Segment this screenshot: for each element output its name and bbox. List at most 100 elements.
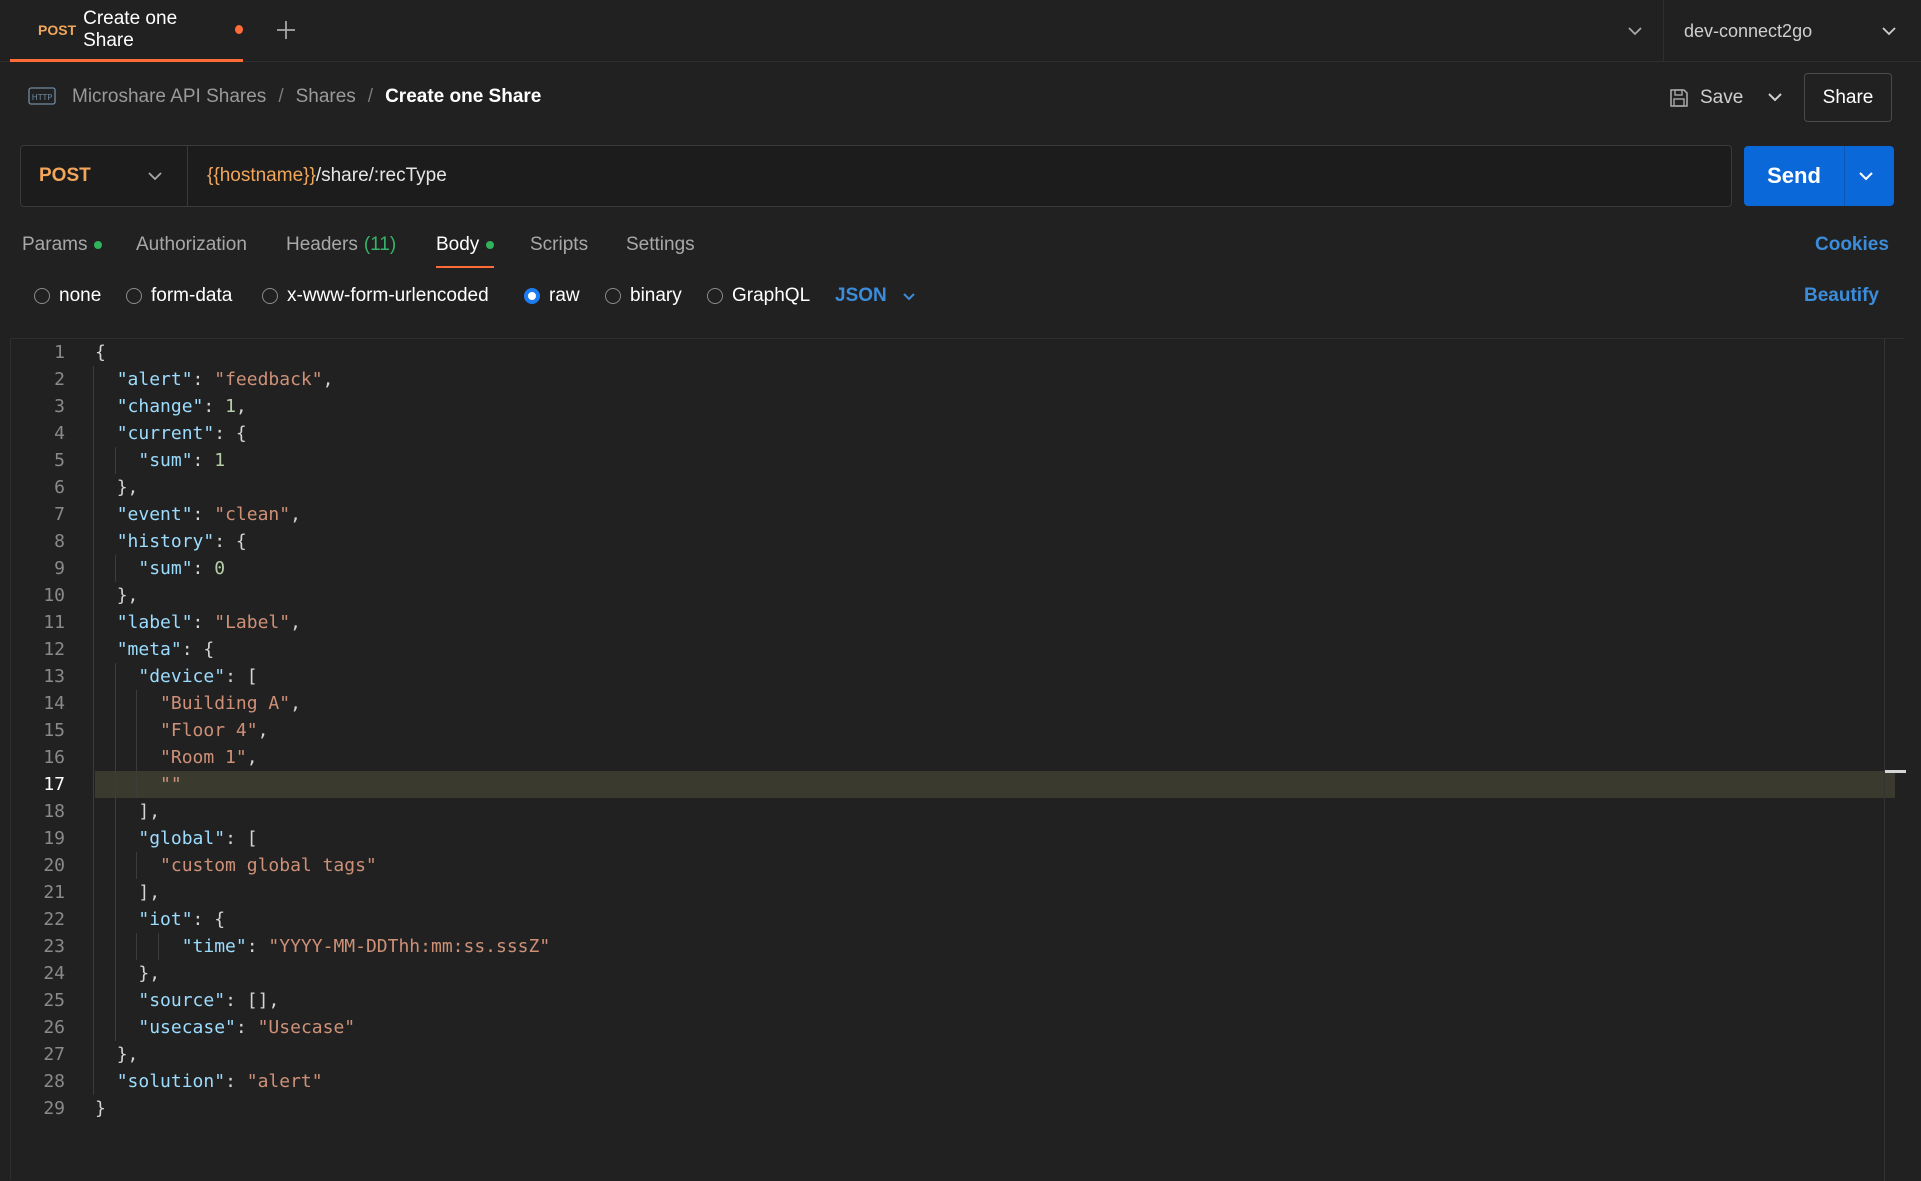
code-line-area: }, — [93, 960, 1895, 987]
code-line[interactable]: 8 "history": { — [11, 528, 1905, 555]
tab-method: POST — [38, 21, 77, 38]
share-button[interactable]: Share — [1804, 73, 1892, 122]
indent-guide — [93, 474, 94, 501]
send-options-chevron-icon[interactable] — [1852, 162, 1880, 190]
beautify-button[interactable]: Beautify — [1804, 278, 1879, 314]
radio[interactable] — [34, 288, 50, 304]
body-option-graphql[interactable]: GraphQL — [707, 278, 810, 314]
code-line[interactable]: 23 "time": "YYYY-MM-DDThh:mm:ss.sssZ" — [11, 933, 1905, 960]
code-text: "Building A", — [160, 693, 301, 714]
code-line[interactable]: 6 }, — [11, 474, 1905, 501]
code-text: "sum": 1 — [138, 450, 226, 471]
indent-guide — [93, 744, 94, 771]
line-number: 10 — [43, 585, 65, 606]
new-tab-plus-icon[interactable] — [272, 16, 300, 44]
breadcrumb-collection[interactable]: Microshare API Shares — [72, 86, 266, 108]
code-line[interactable]: 7 "event": "clean", — [11, 501, 1905, 528]
radio[interactable] — [707, 288, 723, 304]
indent-guide — [93, 447, 94, 474]
body-option-binary[interactable]: binary — [605, 278, 682, 314]
request-tabs: Params Authorization Headers (11) Body S… — [0, 222, 1921, 270]
environment-select[interactable]: dev-connect2go — [1684, 0, 1914, 62]
code-text: "" — [160, 774, 182, 795]
code-line[interactable]: 3 "change": 1, — [11, 393, 1905, 420]
code-line[interactable]: 19 "global": [ — [11, 825, 1905, 852]
code-line[interactable]: 29} — [11, 1095, 1905, 1122]
code-line[interactable]: 1{ — [11, 339, 1905, 366]
code-line[interactable]: 17 "" — [11, 771, 1905, 798]
line-number: 29 — [43, 1098, 65, 1119]
code-line[interactable]: 18 ], — [11, 798, 1905, 825]
tab-scripts[interactable]: Scripts — [530, 222, 588, 268]
save-options-chevron-icon[interactable] — [1760, 82, 1790, 112]
indent-guide — [93, 987, 94, 1014]
code-line[interactable]: 26 "usecase": "Usecase" — [11, 1014, 1905, 1041]
code-line[interactable]: 10 }, — [11, 582, 1905, 609]
code-line[interactable]: 22 "iot": { — [11, 906, 1905, 933]
scrollbar[interactable] — [1884, 339, 1885, 1181]
divider — [1844, 146, 1845, 206]
radio[interactable] — [605, 288, 621, 304]
code-line[interactable]: 11 "label": "Label", — [11, 609, 1905, 636]
code-line[interactable]: 13 "device": [ — [11, 663, 1905, 690]
radio[interactable] — [126, 288, 142, 304]
code-line[interactable]: 21 ], — [11, 879, 1905, 906]
code-line-area: "iot": { — [93, 906, 1895, 933]
code-line[interactable]: 4 "current": { — [11, 420, 1905, 447]
indent-guide — [93, 933, 94, 960]
radio-selected[interactable] — [524, 288, 540, 304]
code-line[interactable]: 28 "solution": "alert" — [11, 1068, 1905, 1095]
tab-title: Create one Share — [83, 7, 178, 51]
url-input[interactable]: {{hostname}}/share/:recType — [207, 146, 447, 206]
code-text: "current": { — [116, 423, 247, 444]
code-line[interactable]: 15 "Floor 4", — [11, 717, 1905, 744]
page-title[interactable]: Create one Share — [385, 86, 541, 108]
code-line[interactable]: 27 }, — [11, 1041, 1905, 1068]
code-line-area: }, — [93, 582, 1895, 609]
line-number: 13 — [43, 666, 65, 687]
code-line-area: ], — [93, 879, 1895, 906]
save-button[interactable]: Save — [1668, 80, 1754, 116]
unsaved-dot — [235, 25, 243, 34]
line-number: 1 — [54, 342, 65, 363]
method-select[interactable]: POST — [21, 146, 188, 206]
tab-body[interactable]: Body — [436, 222, 495, 268]
code-text: "source": [], — [138, 990, 280, 1011]
line-number: 21 — [43, 882, 65, 903]
code-line[interactable]: 9 "sum": 0 — [11, 555, 1905, 582]
tab-params[interactable]: Params — [22, 222, 103, 268]
http-request-icon: HTTP — [28, 87, 56, 105]
code-text: }, — [116, 1044, 139, 1065]
body-format-select[interactable]: JSON — [835, 278, 919, 314]
body-option-raw[interactable]: raw — [524, 278, 580, 314]
line-number: 22 — [43, 909, 65, 930]
send-button[interactable]: Send — [1744, 146, 1844, 206]
tabs-dropdown-chevron-icon[interactable] — [1620, 16, 1650, 46]
tab-label: Settings — [626, 234, 695, 255]
code-line[interactable]: 20 "custom global tags" — [11, 852, 1905, 879]
code-line[interactable]: 24 }, — [11, 960, 1905, 987]
radio[interactable] — [262, 288, 278, 304]
divider — [1663, 0, 1664, 62]
code-line[interactable]: 2 "alert": "feedback", — [11, 366, 1905, 393]
code-editor[interactable]: 1{2 "alert": "feedback", 3 "change": 1, 4 … — [10, 338, 1906, 1181]
cookies-link[interactable]: Cookies — [1815, 222, 1889, 268]
code-line[interactable]: 16 "Room 1", — [11, 744, 1905, 771]
breadcrumb-folder[interactable]: Shares — [296, 86, 356, 108]
tab-headers[interactable]: Headers (11) — [286, 222, 396, 268]
request-tab[interactable]: POST Create one Share — [10, 0, 243, 62]
body-option-none[interactable]: none — [34, 278, 101, 314]
tab-settings[interactable]: Settings — [626, 222, 695, 268]
tab-authorization[interactable]: Authorization — [136, 222, 247, 268]
code-line-area: "current": { — [93, 420, 1895, 447]
indent-guide — [93, 906, 94, 933]
code-line[interactable]: 14 "Building A", — [11, 690, 1905, 717]
code-line[interactable]: 25 "source": [], — [11, 987, 1905, 1014]
code-line[interactable]: 12 "meta": { — [11, 636, 1905, 663]
code-line[interactable]: 5 "sum": 1 — [11, 447, 1905, 474]
chevron-down-icon — [1882, 27, 1896, 36]
body-option-urlencoded[interactable]: x-www-form-urlencoded — [262, 278, 489, 314]
body-option-form-data[interactable]: form-data — [126, 278, 232, 314]
indent-guide — [93, 609, 94, 636]
line-number: 28 — [43, 1071, 65, 1092]
